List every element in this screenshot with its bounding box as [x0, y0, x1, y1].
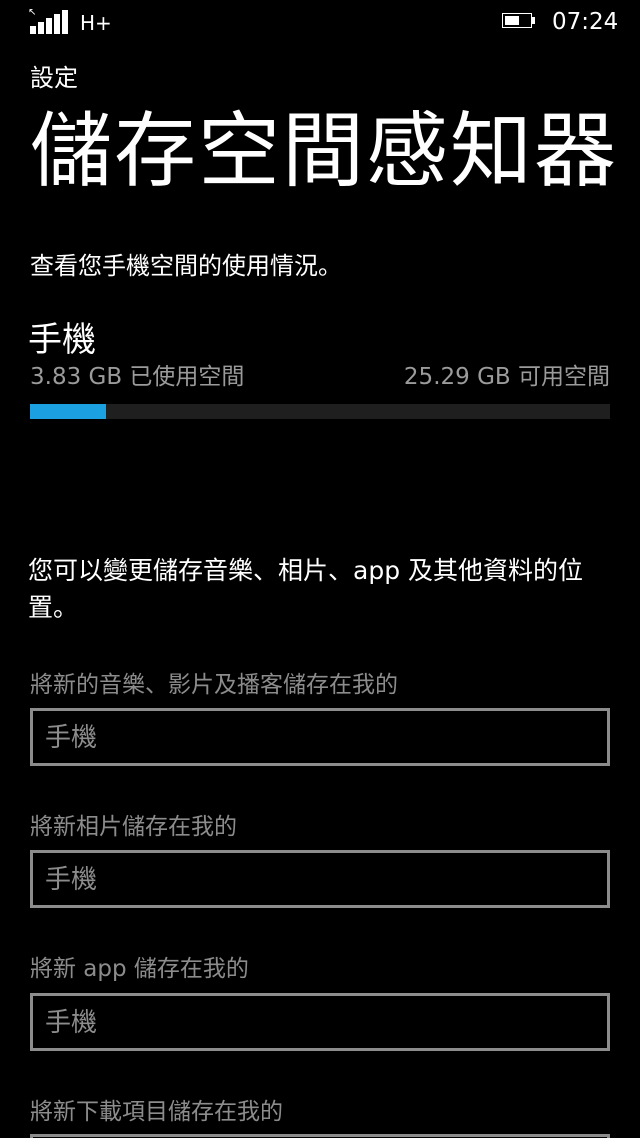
battery-level-fill: [505, 16, 520, 25]
app-location-label: 將新 app 儲存在我的: [30, 956, 249, 982]
description-text: 您可以變更儲存音樂、相片、app 及其他資料的位置。: [28, 556, 584, 622]
storage-usage-fill: [30, 404, 107, 419]
intro-text: 查看您手機空間的使用情況。: [30, 252, 342, 280]
app-location-select[interactable]: 手機: [30, 993, 610, 1051]
storage-usage-bar: [30, 404, 610, 419]
signal-strength-icon: ↖: [28, 8, 68, 34]
used-space-label: 3.83 GB 已使用空間: [30, 364, 245, 390]
music-video-location-label: 將新的音樂、影片及播客儲存在我的: [30, 672, 398, 698]
app-name: 設定: [30, 64, 78, 92]
photo-location-label: 將新相片儲存在我的: [30, 814, 237, 840]
free-space-label: 25.29 GB 可用空間: [403, 364, 610, 390]
battery-icon: [502, 13, 536, 30]
photo-location-select[interactable]: 手機: [30, 850, 610, 908]
photo-location-value: 手機: [45, 865, 98, 895]
network-type-label: H+: [80, 11, 112, 35]
clock: 07:24: [552, 9, 619, 35]
app-location-value: 手機: [45, 1008, 98, 1038]
status-bar: ↖ H+ 07:24: [0, 0, 640, 44]
download-location-label: 將新下載項目儲存在我的: [30, 1099, 283, 1125]
page-title: 儲存空間感知器: [30, 104, 619, 199]
music-video-location-select[interactable]: 手機: [30, 708, 610, 766]
storage-device-title[interactable]: 手機: [28, 318, 96, 362]
music-video-location-value: 手機: [45, 723, 98, 753]
download-location-select[interactable]: [30, 1134, 610, 1138]
